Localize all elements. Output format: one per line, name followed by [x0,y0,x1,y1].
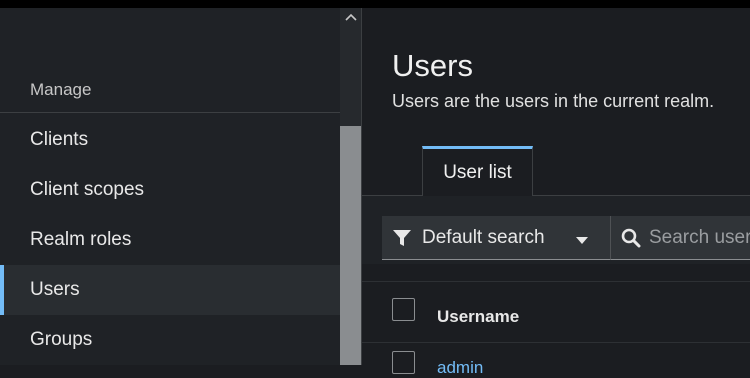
sidebar-divider [0,112,340,113]
sidebar-section-label: Manage [30,80,92,99]
chevron-up-icon[interactable] [340,8,361,26]
sidebar-item-label: Client scopes [30,179,145,200]
sidebar-item-clients[interactable]: Clients [0,115,340,165]
select-all-checkbox[interactable] [392,298,415,321]
sidebar-item-groups[interactable]: Groups [0,315,340,365]
scrollbar-thumb[interactable] [340,126,361,365]
sidebar-item-label: Groups [30,329,93,350]
filter-icon [392,227,414,249]
tab-label: User list [443,161,512,183]
column-header-username: Username [437,307,520,326]
filter-label: Default search [422,226,545,248]
row-checkbox[interactable] [392,351,415,374]
page-description: Users are the users in the current realm… [392,91,715,111]
table-divider [362,281,750,282]
search-icon [621,227,641,249]
top-bar [0,0,750,8]
sidebar-item-users[interactable]: Users [0,265,340,315]
sidebar-item-realm-roles[interactable]: Realm roles [0,215,340,265]
sidebar-item-label: Clients [30,129,89,150]
table-row-divider [362,342,750,343]
sidebar-item-client-scopes[interactable]: Client scopes [0,165,340,215]
main-content: Users Users are the users in the current… [362,8,750,377]
search-input[interactable] [649,226,750,249]
sidebar-item-label: Realm roles [30,229,132,250]
sidebar-nav: Manage Clients Client scopes Realm roles… [0,8,340,365]
filter-dropdown[interactable]: Default search [382,216,610,260]
page-title: Users [392,48,473,83]
username-link[interactable]: admin [437,358,483,378]
caret-down-icon [576,232,588,250]
sidebar-item-label: Users [30,279,80,300]
search-field[interactable] [610,216,750,260]
tab-user-list[interactable]: User list [422,146,533,196]
